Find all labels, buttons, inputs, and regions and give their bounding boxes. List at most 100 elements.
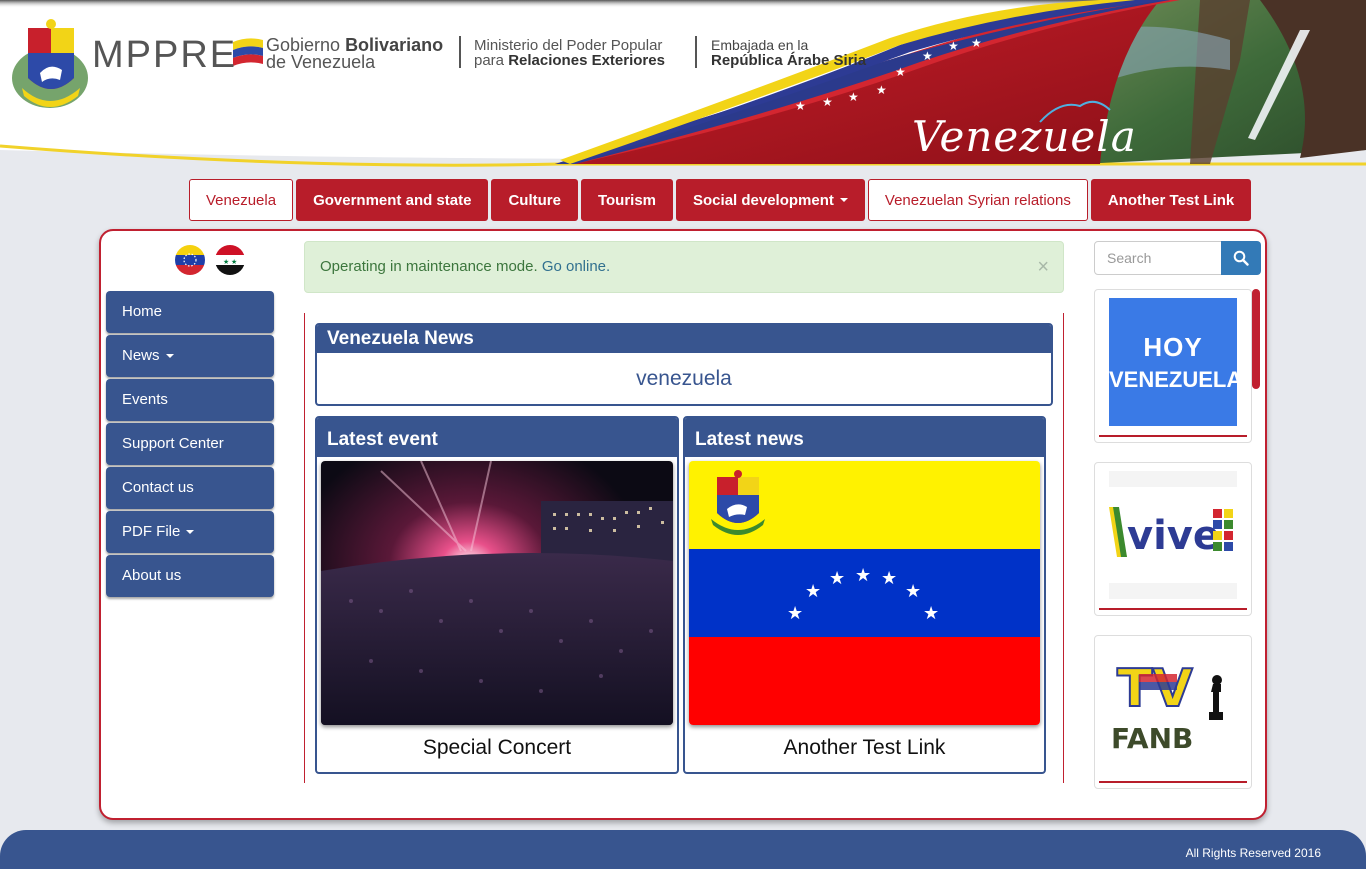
sidebar-item-contact-us[interactable]: Contact us [106, 467, 274, 509]
special-concert-link[interactable]: Special Concert [317, 736, 677, 760]
svg-text:★: ★ [848, 90, 859, 104]
content-area: Venezuela News venezuela Latest event Sp… [304, 313, 1064, 783]
sidebar-item-label: PDF File [122, 523, 181, 540]
caret-down-icon [165, 354, 174, 359]
banner-ads-list: HOY VENEZUELA vive FANB [1094, 289, 1260, 789]
sidebar-item-about-us[interactable]: About us [106, 555, 274, 597]
topnav-culture[interactable]: Culture [491, 179, 578, 221]
latest-event-panel: Latest event Special Concert [315, 416, 679, 774]
sidebar-item-events[interactable]: Events [106, 379, 274, 421]
sidebar-item-label: Home [122, 303, 163, 320]
search-input[interactable]: Search [1094, 241, 1222, 275]
tv-fanb-banner[interactable]: TV FANB [1094, 635, 1252, 789]
vive-tv-banner[interactable]: vive [1094, 462, 1252, 616]
close-icon[interactable]: × [1037, 242, 1049, 292]
topnav-label: Another Test Link [1107, 191, 1235, 209]
sidebar-item-support-center[interactable]: Support Center [106, 423, 274, 465]
panel-title: Latest event [317, 418, 677, 457]
hoy-text: HOY [1143, 332, 1203, 362]
svg-text:★: ★ [922, 49, 933, 63]
topnav-tourism[interactable]: Tourism [580, 179, 674, 221]
topnav-another-test-link[interactable]: Another Test Link [1090, 179, 1252, 221]
gobierno-subtitle: de Venezuela [266, 52, 376, 72]
topnav-venezuelan-syrian-relations[interactable]: Venezuelan Syrian relations [867, 179, 1088, 221]
sidebar-menu: Home News Events Support Center Contact … [106, 291, 274, 599]
svg-text:★: ★ [971, 36, 982, 50]
svg-text:★: ★ [787, 603, 803, 624]
main-container: ★ ★ Home News Events Support Center Cont… [99, 229, 1267, 820]
vive-logo-image: vive [1109, 471, 1237, 599]
topnav-venezuela[interactable]: Venezuela [189, 179, 294, 221]
embajada-title: Embajada en la [711, 37, 809, 53]
svg-text:★: ★ [855, 565, 871, 586]
sidebar-item-home[interactable]: Home [106, 291, 274, 333]
ads-scrollbar[interactable] [1252, 289, 1260, 389]
alert-text: Operating in maintenance mode. [320, 258, 542, 275]
search-icon [1233, 250, 1249, 266]
svg-text:★: ★ [822, 95, 833, 109]
divider [1099, 781, 1247, 783]
search-button[interactable] [1221, 241, 1261, 275]
ministerio-subtitle: para Relaciones Exteriores [474, 52, 665, 69]
divider [1099, 608, 1247, 610]
header-separator [695, 36, 697, 68]
tv-fanb-image: TV FANB [1109, 644, 1237, 772]
top-navigation: Venezuela Government and state Culture T… [189, 179, 1252, 221]
hoy-venezuela-logo: HOY VENEZUELA [1109, 298, 1237, 426]
sidebar-item-label: Events [122, 391, 168, 408]
concert-image[interactable] [321, 461, 673, 725]
topnav-label: Culture [508, 191, 561, 209]
svg-text:★: ★ [895, 65, 906, 79]
svg-text:★: ★ [805, 581, 821, 602]
panel-title: Latest news [685, 418, 1044, 457]
panel-title: Venezuela News [317, 325, 1051, 353]
copyright-text: All Rights Reserved 2016 [1185, 846, 1321, 860]
header-banner-graphic: ★ ★ ★ ★ ★ ★ ★ ★ [0, 0, 1366, 167]
topnav-government-and-state[interactable]: Government and state [296, 179, 489, 221]
topnav-label: Venezuela [206, 191, 277, 209]
mppre-logo-text: MPPRE [92, 34, 238, 76]
svg-text:★: ★ [223, 258, 229, 266]
topnav-social-development[interactable]: Social development [676, 179, 865, 221]
another-test-link[interactable]: Another Test Link [685, 736, 1044, 760]
sidebar-item-news[interactable]: News [106, 335, 274, 377]
gobierno-flag-icon [233, 38, 263, 66]
site-header: ★ ★ ★ ★ ★ ★ ★ ★ MPPRE Gobierno Bolivaria… [0, 0, 1366, 168]
hoy-venezuela-banner[interactable]: HOY VENEZUELA [1094, 289, 1252, 443]
svg-text:★: ★ [829, 568, 845, 589]
venezuela-news-panel: Venezuela News venezuela [315, 323, 1053, 406]
svg-text:★: ★ [923, 603, 939, 624]
venezuela-flag-language-icon[interactable] [175, 245, 205, 275]
ministerio-subtitle-b: Relaciones Exteriores [508, 52, 665, 69]
hoy-venezuela-image: HOY VENEZUELA [1109, 298, 1237, 426]
svg-text:★: ★ [231, 258, 237, 266]
topnav-label: Social development [693, 191, 834, 209]
svg-text:★: ★ [876, 83, 887, 97]
caret-down-icon [186, 530, 195, 535]
latest-news-panel: Latest news ★ ★ ★ ★ ★ ★ ★ Another Test L… [683, 416, 1046, 774]
go-online-link[interactable]: Go online. [542, 258, 610, 275]
venezuela-flag-image[interactable]: ★ ★ ★ ★ ★ ★ ★ [689, 461, 1040, 725]
sidebar-item-label: Support Center [122, 435, 224, 452]
venezuela-brand-word: Venezuela [912, 112, 1137, 161]
sidebar-item-label: News [122, 347, 160, 364]
topnav-label: Government and state [313, 191, 472, 209]
sidebar-item-pdf-file[interactable]: PDF File [106, 511, 274, 553]
svg-text:★: ★ [881, 568, 897, 589]
sidebar-item-label: Contact us [122, 479, 194, 496]
maintenance-alert: Operating in maintenance mode. Go online… [304, 241, 1064, 293]
svg-text:★: ★ [905, 581, 921, 602]
sidebar-item-label: About us [122, 567, 182, 584]
embajada-subtitle: República Árabe Siria [711, 52, 867, 69]
venezuela-news-link[interactable]: venezuela [317, 353, 1051, 404]
fanb-text: FANB [1111, 722, 1193, 755]
topnav-label: Venezuelan Syrian relations [884, 191, 1071, 209]
venezuela-text: VENEZUELA [1109, 367, 1237, 392]
divider [1099, 435, 1247, 437]
site-footer: All Rights Reserved 2016 [0, 830, 1366, 869]
topnav-label: Tourism [597, 191, 657, 209]
vive-text: vive [1127, 513, 1220, 559]
svg-text:★: ★ [795, 99, 806, 113]
syria-flag-language-icon[interactable]: ★ ★ [215, 245, 245, 275]
caret-down-icon [839, 198, 848, 202]
